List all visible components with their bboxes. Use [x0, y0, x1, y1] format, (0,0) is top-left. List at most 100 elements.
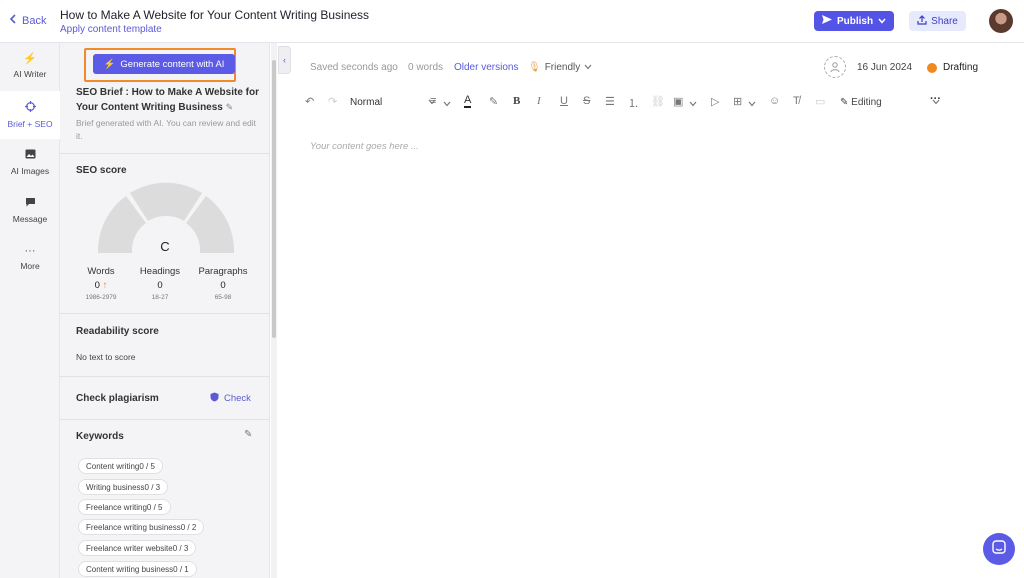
- stat-value: 0: [220, 280, 226, 291]
- text-color-icon[interactable]: A: [464, 95, 472, 108]
- keyword-chip[interactable]: Freelance writing 0 / 5: [78, 499, 171, 515]
- keyword-count: 0 / 5: [146, 502, 163, 512]
- keyword-count: 0 / 5: [139, 461, 155, 471]
- brief-title[interactable]: SEO Brief : How to Make A Website for Yo…: [76, 86, 261, 115]
- stat-range: 18-27: [151, 294, 169, 301]
- divider: [60, 313, 269, 314]
- link-icon[interactable]: ⛓: [651, 95, 665, 108]
- paragraph-style-label: Normal: [350, 97, 383, 108]
- bold-icon[interactable]: B: [513, 95, 520, 107]
- divider: [60, 153, 269, 154]
- image-icon: [0, 149, 60, 162]
- chevron-left-icon: ‹: [283, 55, 286, 65]
- chevron-down-icon: [584, 62, 592, 73]
- seo-grade: C: [160, 239, 170, 254]
- image-insert-icon[interactable]: ▣: [673, 95, 683, 108]
- assign-user-icon[interactable]: [824, 56, 846, 78]
- due-date[interactable]: 16 Jun 2024: [857, 62, 912, 73]
- emoji-icon[interactable]: ☺: [769, 95, 780, 107]
- stat-words: Words 0 ↑ 1986-2979: [71, 266, 131, 301]
- keyword-count: 0 / 3: [144, 482, 161, 492]
- generate-content-button[interactable]: ⚡ Generate content with AI: [93, 54, 235, 74]
- keyword-count: 0 / 2: [180, 522, 197, 532]
- keywords-title: Keywords: [76, 431, 124, 442]
- stat-range: 1986-2979: [85, 294, 117, 301]
- keyword-chip[interactable]: Content writing business 0 / 1: [78, 561, 197, 577]
- document-title[interactable]: How to Make A Website for Your Content W…: [60, 8, 369, 22]
- user-avatar[interactable]: [989, 9, 1013, 33]
- keyword-name: Content writing: [86, 461, 140, 471]
- brief-seo-panel: ⚡ Generate content with AI SEO Brief : H…: [60, 43, 270, 578]
- keyword-chip[interactable]: Writing business 0 / 3: [78, 479, 169, 495]
- edit-icon[interactable]: ✎: [226, 102, 234, 112]
- check-label: Check: [224, 393, 251, 404]
- tone-selector[interactable]: 🎙 Friendly: [528, 62, 592, 73]
- target-icon: [0, 101, 60, 115]
- keyword-chip[interactable]: Content writing 0 / 5: [78, 458, 163, 474]
- nav-more[interactable]: ··· More: [0, 235, 60, 283]
- more-options-icon[interactable]: ···: [930, 93, 941, 105]
- tone-label: Friendly: [544, 62, 581, 73]
- readability-text: No text to score: [76, 352, 136, 362]
- status-label: Drafting: [943, 62, 979, 73]
- stat-label: Headings: [139, 266, 181, 277]
- chat-support-button[interactable]: [983, 533, 1015, 565]
- comment-icon[interactable]: ▭: [815, 95, 825, 108]
- saved-status: Saved seconds ago: [310, 62, 398, 73]
- publish-label: Publish: [836, 15, 874, 27]
- share-button[interactable]: Share: [909, 11, 966, 31]
- status-dot: [927, 62, 937, 73]
- send-icon: [821, 15, 832, 27]
- readability-title: Readability score: [76, 326, 159, 337]
- nav-brief-seo[interactable]: Brief + SEO: [0, 91, 60, 139]
- video-icon[interactable]: ▷: [711, 95, 719, 108]
- word-count: 0 words: [408, 62, 444, 73]
- plagiarism-title: Check plagiarism: [76, 393, 159, 404]
- brief-note: Brief generated with AI. You can review …: [76, 118, 257, 141]
- edit-keywords-icon[interactable]: ✎: [244, 429, 252, 440]
- chevron-down-icon: [878, 16, 886, 27]
- redo-icon[interactable]: ↷: [328, 95, 337, 108]
- keyword-chip[interactable]: Freelance writing business 0 / 2: [78, 519, 205, 535]
- nav-ai-images[interactable]: AI Images: [0, 139, 60, 187]
- table-icon[interactable]: ⊞: [733, 95, 742, 108]
- editing-mode: ✎ Editing: [840, 97, 882, 108]
- panel-scroll-thumb[interactable]: [272, 60, 276, 338]
- editor-content[interactable]: Your content goes here ...: [310, 141, 419, 152]
- status-badge[interactable]: Drafting: [927, 62, 978, 73]
- back-button[interactable]: Back: [9, 14, 46, 27]
- highlight-icon[interactable]: ✎: [489, 95, 498, 108]
- chevron-down-icon[interactable]: [443, 98, 451, 110]
- chevron-down-icon[interactable]: [689, 98, 697, 110]
- clear-format-icon[interactable]: T̸: [793, 95, 800, 107]
- nav-label: AI Images: [10, 166, 50, 176]
- bullet-list-icon[interactable]: ☰: [605, 95, 615, 108]
- message-icon: [0, 197, 60, 210]
- arrow-up-icon: ↑: [102, 280, 108, 291]
- undo-icon[interactable]: ↶: [305, 95, 314, 108]
- apply-template-link[interactable]: Apply content template: [60, 24, 162, 35]
- keyword-count: 0 / 1: [173, 564, 189, 574]
- stat-headings: Headings 0 18-27: [130, 266, 190, 301]
- chevron-down-icon[interactable]: [748, 98, 756, 110]
- strikethrough-icon[interactable]: S: [583, 95, 590, 107]
- publish-button[interactable]: Publish: [814, 11, 894, 31]
- nav-ai-writer[interactable]: ⚡ AI Writer: [0, 43, 60, 91]
- nav-message[interactable]: Message: [0, 187, 60, 235]
- underline-icon[interactable]: U: [560, 95, 568, 107]
- check-plagiarism-button[interactable]: Check: [210, 392, 251, 405]
- shield-icon: [210, 392, 219, 405]
- older-versions-link[interactable]: Older versions: [454, 62, 518, 73]
- left-nav: ⚡ AI Writer Brief + SEO AI Images Messag…: [0, 43, 60, 578]
- keyword-chip[interactable]: Freelance writer website 0 / 3: [78, 540, 197, 556]
- align-icon[interactable]: ≡: [430, 95, 436, 107]
- editing-mode-select[interactable]: ✎ Editing: [840, 97, 940, 108]
- paragraph-style-select[interactable]: Normal: [350, 97, 436, 108]
- numbered-list-icon[interactable]: ⒈: [628, 95, 639, 111]
- italic-icon[interactable]: I: [537, 95, 541, 107]
- stat-label: Words: [87, 266, 115, 277]
- keyword-name: Freelance writer website: [86, 543, 173, 553]
- back-label: Back: [22, 14, 47, 27]
- collapse-panel-button[interactable]: ‹: [278, 46, 291, 74]
- divider: [60, 376, 269, 377]
